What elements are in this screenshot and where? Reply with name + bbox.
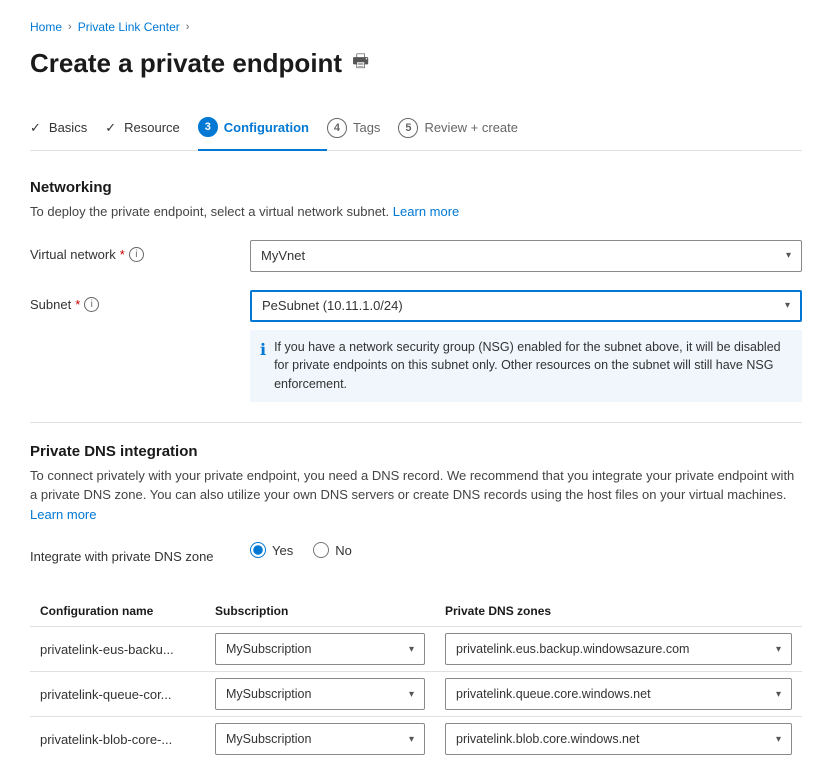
dns-zone-dropdown-1[interactable]: privatelink.queue.core.windows.net ▾ — [445, 678, 792, 710]
virtual-network-label: Virtual network * i — [30, 240, 250, 262]
subscription-cell-2: MySubscription ▾ — [205, 717, 435, 762]
step-resource[interactable]: ✓ Resource — [105, 110, 198, 148]
step-resource-label: Resource — [124, 120, 180, 135]
subscription-value-1: MySubscription — [226, 687, 311, 701]
dns-table-header-row: Configuration name Subscription Private … — [30, 596, 802, 627]
subscription-chevron-0: ▾ — [409, 644, 414, 655]
networking-learn-more[interactable]: Learn more — [393, 204, 459, 219]
vnet-info-icon[interactable]: i — [129, 247, 144, 262]
dns-col-zones: Private DNS zones — [435, 596, 802, 627]
breadcrumb-home[interactable]: Home — [30, 20, 62, 34]
subscription-chevron-1: ▾ — [409, 689, 414, 700]
config-name-cell-0: privatelink-eus-backu... — [30, 627, 205, 672]
dns-table-row: privatelink-queue-cor... MySubscription … — [30, 672, 802, 717]
dns-table: Configuration name Subscription Private … — [30, 596, 802, 761]
breadcrumb: Home › Private Link Center › — [30, 20, 802, 34]
dns-table-row: privatelink-eus-backu... MySubscription … — [30, 627, 802, 672]
subscription-value-2: MySubscription — [226, 732, 311, 746]
step-resource-check: ✓ — [105, 120, 116, 136]
dns-zone-cell-1: privatelink.queue.core.windows.net ▾ — [435, 672, 802, 717]
dns-zone-cell-2: privatelink.blob.core.windows.net ▾ — [435, 717, 802, 762]
dns-section-title: Private DNS integration — [30, 443, 802, 460]
step-review[interactable]: 5 Review + create — [398, 108, 536, 150]
subnet-value: PeSubnet (10.11.1.0/24) — [262, 298, 403, 313]
subscription-dropdown-0[interactable]: MySubscription ▾ — [215, 633, 425, 665]
networking-desc: To deploy the private endpoint, select a… — [30, 202, 802, 222]
subnet-label: Subnet * i — [30, 290, 250, 312]
dns-section-desc: To connect privately with your private e… — [30, 466, 802, 525]
dns-zone-dropdown-2[interactable]: privatelink.blob.core.windows.net ▾ — [445, 723, 792, 755]
dns-no-option[interactable]: No — [313, 542, 352, 558]
page-title-row: Create a private endpoint 🖶 — [30, 48, 802, 79]
dns-zone-chevron-2: ▾ — [776, 734, 781, 745]
step-configuration-circle: 3 — [198, 117, 218, 137]
subnet-control: PeSubnet (10.11.1.0/24) ▾ ℹ If you have … — [250, 290, 802, 402]
subscription-value-0: MySubscription — [226, 642, 311, 656]
step-basics-check: ✓ — [30, 120, 41, 136]
dns-learn-more[interactable]: Learn more — [30, 507, 96, 522]
nsg-note-text: If you have a network security group (NS… — [274, 338, 792, 394]
subnet-info-icon[interactable]: i — [84, 297, 99, 312]
dns-zone-value-0: privatelink.eus.backup.windowsazure.com — [456, 642, 689, 656]
dns-zone-dropdown-0[interactable]: privatelink.eus.backup.windowsazure.com … — [445, 633, 792, 665]
subscription-dropdown-2[interactable]: MySubscription ▾ — [215, 723, 425, 755]
print-icon[interactable]: 🖶 — [352, 49, 369, 79]
dns-yes-radio[interactable] — [250, 542, 266, 558]
integrate-dns-control: Yes No — [250, 542, 802, 578]
virtual-network-row: Virtual network * i MyVnet ▾ — [30, 240, 802, 272]
dns-zone-chevron-1: ▾ — [776, 689, 781, 700]
breadcrumb-sep-1: › — [68, 21, 72, 33]
dns-col-subscription: Subscription — [205, 596, 435, 627]
subscription-dropdown-1[interactable]: MySubscription ▾ — [215, 678, 425, 710]
subscription-cell-0: MySubscription ▾ — [205, 627, 435, 672]
nsg-note: ℹ If you have a network security group (… — [250, 330, 802, 402]
step-configuration-label: Configuration — [224, 120, 309, 135]
step-basics[interactable]: ✓ Basics — [30, 110, 105, 148]
integrate-dns-row: Integrate with private DNS zone Yes No — [30, 542, 802, 578]
integrate-dns-label: Integrate with private DNS zone — [30, 542, 250, 564]
step-review-label: Review + create — [424, 120, 518, 135]
subnet-dropdown[interactable]: PeSubnet (10.11.1.0/24) ▾ — [250, 290, 802, 322]
config-name-cell-2: privatelink-blob-core-... — [30, 717, 205, 762]
virtual-network-dropdown[interactable]: MyVnet ▾ — [250, 240, 802, 272]
dns-zone-cell-0: privatelink.eus.backup.windowsazure.com … — [435, 627, 802, 672]
virtual-network-control: MyVnet ▾ — [250, 240, 802, 272]
dns-col-config-name: Configuration name — [30, 596, 205, 627]
step-basics-label: Basics — [49, 120, 87, 135]
dns-radio-group: Yes No — [250, 542, 802, 558]
dns-zone-value-2: privatelink.blob.core.windows.net — [456, 732, 639, 746]
config-name-cell-1: privatelink-queue-cor... — [30, 672, 205, 717]
section-divider — [30, 422, 802, 423]
step-tags-circle: 4 — [327, 118, 347, 138]
breadcrumb-sep-2: › — [186, 21, 190, 33]
step-tags[interactable]: 4 Tags — [327, 108, 398, 150]
dns-yes-label: Yes — [272, 543, 293, 558]
nsg-note-icon: ℹ — [260, 339, 266, 363]
subscription-chevron-2: ▾ — [409, 734, 414, 745]
dns-zone-value-1: privatelink.queue.core.windows.net — [456, 687, 651, 701]
wizard-steps: ✓ Basics ✓ Resource 3 Configuration 4 Ta… — [30, 107, 802, 151]
virtual-network-value: MyVnet — [261, 248, 305, 263]
dns-yes-option[interactable]: Yes — [250, 542, 293, 558]
step-configuration[interactable]: 3 Configuration — [198, 107, 327, 151]
subnet-row: Subnet * i PeSubnet (10.11.1.0/24) ▾ ℹ I… — [30, 290, 802, 402]
dns-table-row: privatelink-blob-core-... MySubscription… — [30, 717, 802, 762]
networking-title: Networking — [30, 179, 802, 196]
vnet-chevron-icon: ▾ — [786, 250, 791, 261]
page-title: Create a private endpoint — [30, 48, 342, 79]
step-tags-label: Tags — [353, 120, 380, 135]
subnet-required: * — [75, 297, 80, 312]
dns-zone-chevron-0: ▾ — [776, 644, 781, 655]
subnet-chevron-icon: ▾ — [785, 300, 790, 311]
dns-no-radio[interactable] — [313, 542, 329, 558]
step-review-circle: 5 — [398, 118, 418, 138]
breadcrumb-private-link[interactable]: Private Link Center — [78, 20, 180, 34]
vnet-required: * — [120, 247, 125, 262]
subscription-cell-1: MySubscription ▾ — [205, 672, 435, 717]
dns-no-label: No — [335, 543, 352, 558]
